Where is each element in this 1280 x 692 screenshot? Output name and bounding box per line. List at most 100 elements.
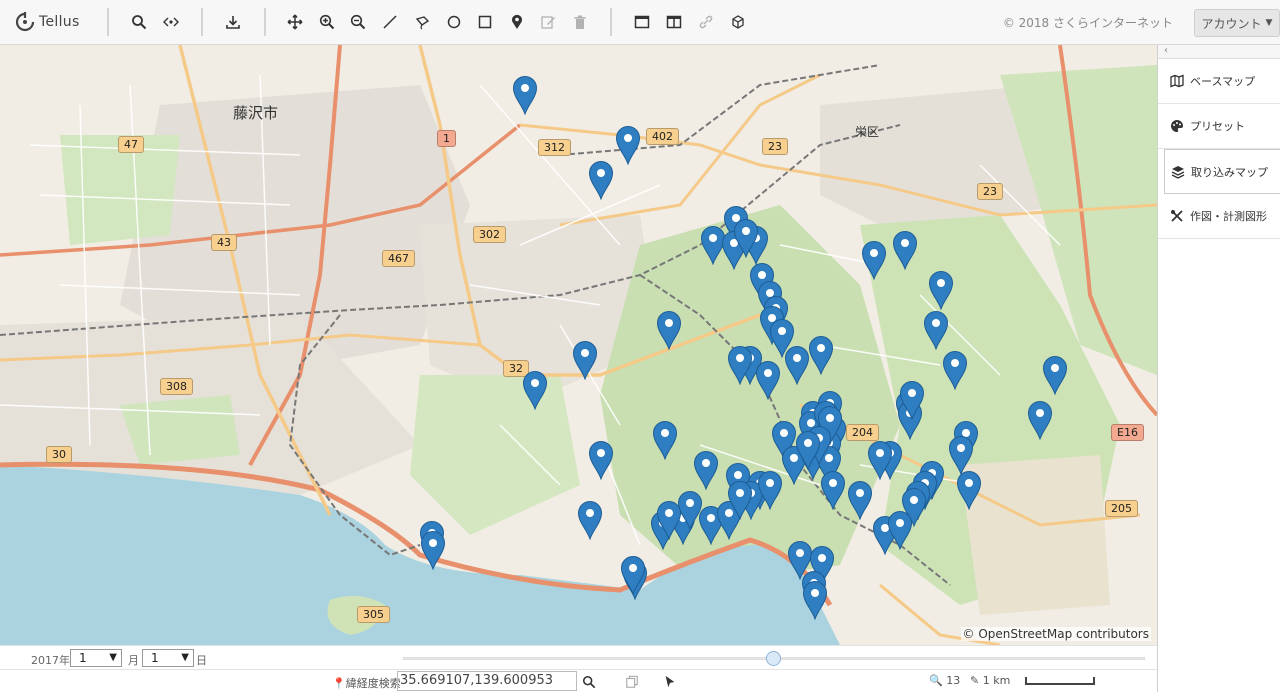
map-marker-pin-icon[interactable] bbox=[1027, 400, 1053, 441]
map-marker-pin-icon[interactable] bbox=[802, 580, 828, 621]
map-marker-pin-icon[interactable] bbox=[656, 500, 682, 541]
map-marker-pin-icon[interactable] bbox=[757, 470, 783, 511]
map-marker-pin-icon[interactable] bbox=[727, 345, 753, 386]
lasso-icon bbox=[415, 16, 430, 30]
search-button[interactable] bbox=[128, 11, 150, 33]
coord-search-button[interactable] bbox=[580, 673, 598, 691]
map-marker-pin-icon[interactable] bbox=[928, 270, 954, 311]
map-marker-pin-icon[interactable] bbox=[588, 160, 614, 201]
search-icon bbox=[582, 675, 596, 689]
coord-search-input[interactable]: 35.669107,139.600953 bbox=[397, 671, 577, 691]
download-button[interactable] bbox=[222, 11, 244, 33]
map-marker-pin-icon[interactable] bbox=[588, 440, 614, 481]
cursor-mode-button[interactable] bbox=[661, 673, 679, 691]
draw-rectangle-button[interactable] bbox=[474, 11, 496, 33]
copy-button[interactable] bbox=[623, 673, 641, 691]
cursor-icon bbox=[665, 675, 675, 688]
palette-icon bbox=[1171, 120, 1183, 132]
map-marker-pin-icon[interactable] bbox=[615, 125, 641, 166]
swap-view-button[interactable] bbox=[160, 11, 182, 33]
single-view-button[interactable] bbox=[631, 11, 653, 33]
zoom-out-button[interactable] bbox=[347, 11, 369, 33]
move-button[interactable] bbox=[284, 11, 306, 33]
move-icon bbox=[287, 14, 303, 30]
download-icon bbox=[226, 16, 240, 29]
draw-circle-button[interactable] bbox=[443, 11, 465, 33]
time-slider-thumb[interactable] bbox=[766, 651, 781, 666]
road-shield: 30 bbox=[46, 446, 72, 463]
toolbar-divider bbox=[610, 8, 612, 36]
panel-item-label: 作図・計測図形 bbox=[1190, 210, 1267, 223]
month-select[interactable]: 1 ▼ bbox=[70, 649, 122, 667]
map-marker-pin-icon[interactable] bbox=[755, 360, 781, 401]
time-bar: 2017年 1 ▼ 月 1 ▼ 日 bbox=[0, 645, 1157, 669]
link-views-button[interactable] bbox=[695, 11, 717, 33]
map-marker-pin-icon[interactable] bbox=[522, 370, 548, 411]
edit-button[interactable] bbox=[537, 11, 559, 33]
map-marker-pin-icon[interactable] bbox=[847, 480, 873, 521]
map-marker-pin-icon[interactable] bbox=[652, 420, 678, 461]
year-label: 2017年 bbox=[31, 654, 70, 667]
road-shield: 1 bbox=[437, 130, 456, 147]
tellus-logo-icon bbox=[15, 12, 35, 32]
lasso-button[interactable] bbox=[411, 11, 433, 33]
map-marker-pin-icon[interactable] bbox=[942, 350, 968, 391]
split-view-icon bbox=[666, 15, 682, 29]
map-marker-pin-icon[interactable] bbox=[693, 450, 719, 491]
month-label: 月 bbox=[128, 654, 139, 667]
3d-view-button[interactable] bbox=[727, 11, 749, 33]
account-menu-button[interactable]: アカウント ▼ bbox=[1194, 9, 1280, 37]
circle-icon bbox=[447, 15, 461, 29]
map-marker-pin-icon[interactable] bbox=[420, 530, 446, 571]
place-pin-button[interactable] bbox=[506, 11, 528, 33]
draw-line-button[interactable] bbox=[379, 11, 401, 33]
map-marker-pin-icon[interactable] bbox=[512, 75, 538, 116]
panel-item-basemap[interactable]: ベースマップ bbox=[1158, 59, 1280, 104]
map-marker-pin-icon[interactable] bbox=[656, 310, 682, 351]
map-marker-pin-icon[interactable] bbox=[620, 555, 646, 596]
panel-item-drawing-tools[interactable]: 作図・計測図形 bbox=[1158, 194, 1280, 239]
map-marker-pin-icon[interactable] bbox=[892, 230, 918, 271]
map-marker-pin-icon[interactable] bbox=[808, 335, 834, 376]
map-marker-pin-icon[interactable] bbox=[784, 345, 810, 386]
zoom-in-button[interactable] bbox=[316, 11, 338, 33]
toolbar: Tellus © 2018 さくらインターネット アカウント ▼ bbox=[0, 0, 1280, 45]
map-marker-pin-icon[interactable] bbox=[727, 480, 753, 521]
panel-item-imported-map[interactable]: 取り込みマップ bbox=[1164, 149, 1280, 194]
map-marker-pin-icon[interactable] bbox=[923, 310, 949, 351]
map-attribution[interactable]: © OpenStreetMap contributors bbox=[960, 627, 1151, 641]
map-marker-pin-icon[interactable] bbox=[1042, 355, 1068, 396]
map-view[interactable]: 藤沢市 栄区 467 1 402 312 302 43 47 23 32 308… bbox=[0, 45, 1157, 645]
map-marker-pin-icon[interactable] bbox=[861, 240, 887, 281]
delete-button[interactable] bbox=[569, 11, 591, 33]
app-logo[interactable]: Tellus bbox=[14, 9, 80, 35]
panel-collapse-button[interactable]: ‹ bbox=[1158, 45, 1280, 59]
map-marker-pin-icon[interactable] bbox=[867, 440, 893, 481]
map-marker-pin-icon[interactable] bbox=[948, 435, 974, 476]
split-view-button[interactable] bbox=[663, 11, 685, 33]
zoom-icon: 🔍 bbox=[929, 674, 943, 687]
map-marker-pin-icon[interactable] bbox=[820, 470, 846, 511]
day-select[interactable]: 1 ▼ bbox=[142, 649, 194, 667]
chevron-down-icon: ▼ bbox=[1265, 18, 1273, 28]
map-label-sakae: 栄区 bbox=[855, 125, 880, 139]
map-marker-pin-icon[interactable] bbox=[795, 430, 821, 471]
panel-item-preset[interactable]: プリセット bbox=[1158, 104, 1280, 149]
map-marker-pin-icon[interactable] bbox=[577, 500, 603, 541]
edit-icon bbox=[541, 16, 555, 29]
road-shield: 467 bbox=[382, 250, 415, 267]
map-marker-pin-icon[interactable] bbox=[887, 510, 913, 551]
pin-icon bbox=[512, 14, 522, 29]
road-shield: 23 bbox=[977, 183, 1003, 200]
road-shield: 402 bbox=[646, 128, 679, 145]
map-icon bbox=[1170, 74, 1184, 88]
account-label: アカウント bbox=[1201, 16, 1262, 31]
search-icon bbox=[132, 15, 147, 30]
zoom-in-icon bbox=[319, 14, 335, 30]
map-marker-pin-icon[interactable] bbox=[572, 340, 598, 381]
map-marker-pin-icon[interactable] bbox=[733, 218, 759, 259]
map-marker-pin-icon[interactable] bbox=[899, 380, 925, 421]
day-label: 日 bbox=[196, 654, 207, 667]
chevron-down-icon: ▼ bbox=[181, 652, 189, 663]
map-marker-pin-icon[interactable] bbox=[956, 470, 982, 511]
